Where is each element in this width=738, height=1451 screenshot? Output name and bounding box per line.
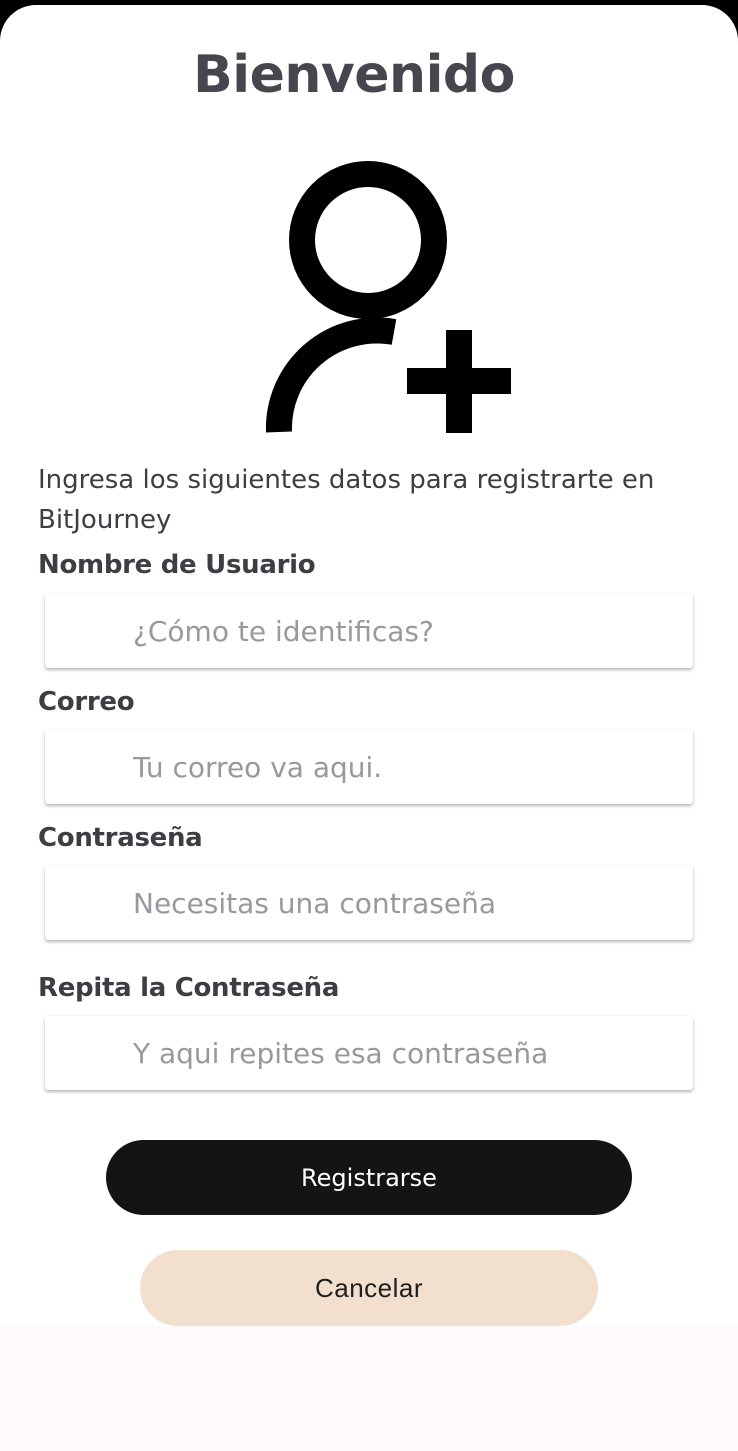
intro-text: Ingresa los siguientes datos para regist…	[38, 465, 655, 535]
registration-sheet: Bienvenido Ingresa los siguientes datos …	[0, 5, 738, 1451]
password-repeat-label: Repita la Contraseña	[38, 973, 340, 1003]
username-label: Nombre de Usuario	[38, 550, 316, 580]
plus-horizontal-bar	[407, 368, 511, 394]
register-button[interactable]: Registrarse	[106, 1140, 632, 1215]
email-input[interactable]	[45, 730, 693, 804]
cancel-button[interactable]: Cancelar	[140, 1250, 598, 1326]
password-repeat-input[interactable]	[45, 1016, 693, 1090]
page-title: Bienvenido	[193, 45, 515, 105]
user-head-shape	[289, 161, 447, 319]
bottom-area	[0, 1326, 738, 1451]
email-label: Correo	[38, 687, 135, 717]
password-label: Contraseña	[38, 823, 203, 853]
password-input[interactable]	[45, 866, 693, 940]
username-input[interactable]	[45, 594, 693, 668]
user-body-shape	[265, 317, 397, 433]
add-user-icon	[265, 161, 511, 433]
